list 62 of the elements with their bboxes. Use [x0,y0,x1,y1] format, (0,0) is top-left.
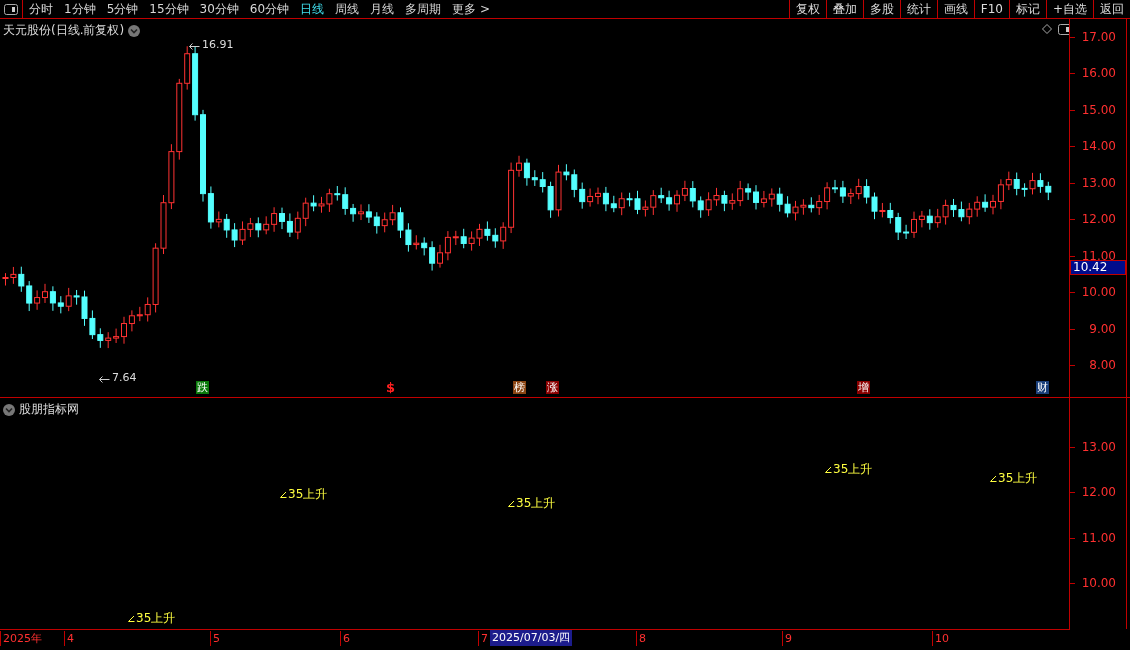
period-tab[interactable]: 15分钟 [149,0,189,18]
angle-icon [990,475,997,482]
left-arrow-icon [189,43,200,50]
signal-label: 35上升 [833,461,873,478]
period-tab[interactable]: 1分钟 [64,0,96,18]
price-tick: 17.00 [1081,30,1116,44]
indicator-tick: 10.00 [1081,575,1116,590]
angle-icon [128,615,135,622]
event-marker[interactable]: 榜 [513,381,526,394]
high-price-label: 16.91 [202,38,234,51]
signal-label: 35上升 [136,610,176,627]
price-tick: 9.00 [1089,321,1116,336]
price-tick: 16.00 [1081,66,1116,81]
period-tab[interactable]: 月线 [370,0,395,18]
price-tick: 13.00 [1081,175,1116,190]
chevron-down-icon[interactable] [3,403,15,416]
price-tick: 14.00 [1081,139,1116,154]
period-tab[interactable]: 日线 [300,0,325,18]
date-label: 4 [64,631,74,646]
event-marker[interactable]: 财 [1036,381,1049,394]
panel-toggle-icon[interactable] [4,3,18,15]
event-marker[interactable]: 跌 [196,381,209,394]
left-arrow-icon [99,376,110,383]
signal-label: 35上升 [998,470,1038,487]
chevron-down-icon[interactable] [128,24,141,37]
period-tab[interactable]: 更多 > [452,0,490,18]
panel-toggle-icon[interactable] [1058,24,1069,35]
angle-icon [280,491,287,498]
indicator-tick: 13.00 [1081,440,1116,454]
price-tick: 12.00 [1081,212,1116,227]
event-marker[interactable]: 涨 [546,381,559,394]
angle-icon [508,500,515,507]
period-tab[interactable]: 5分钟 [106,0,139,18]
price-tick: 10.00 [1081,285,1116,300]
event-marker[interactable]: 增 [857,381,870,394]
period-tab[interactable]: 30分钟 [199,0,239,18]
event-marker[interactable]: $ [385,381,397,394]
price-tick: 8.00 [1089,357,1116,372]
price-tick: 15.00 [1081,102,1116,117]
low-price-label: 7.64 [112,371,137,384]
period-tab[interactable]: 周线 [335,0,360,18]
angle-icon [825,466,832,473]
date-label: 5 [210,631,220,646]
date-label: 8 [636,631,646,646]
period-tab[interactable]: 多周期 [405,0,442,18]
signal-label: 35上升 [288,486,328,503]
chart-title: 天元股份(日线.前复权) [3,22,125,39]
period-tab[interactable]: 分时 [29,0,53,18]
date-label: 6 [340,631,350,646]
current-price-box: 10.42 [1070,260,1126,275]
date-label: 7 [478,631,488,646]
date-label: 9 [782,631,792,646]
cursor-date-label: 2025/07/03/四 [490,630,573,646]
date-label: 10 [932,631,949,646]
indicator-tick: 11.00 [1081,530,1116,545]
price-tick: 11.00 [1081,248,1116,263]
signal-label: 35上升 [516,495,556,512]
period-tab[interactable]: 60分钟 [249,0,290,18]
indicator-title: 股朋指标网 [19,401,79,418]
indicator-tick: 12.00 [1081,485,1116,500]
date-label: 2025年 [0,631,42,646]
diamond-icon[interactable] [1042,24,1052,34]
